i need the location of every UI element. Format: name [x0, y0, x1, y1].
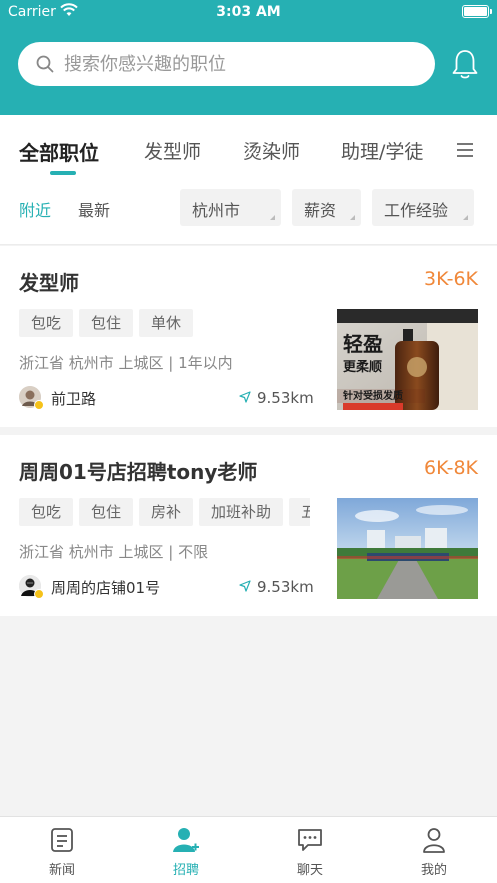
job-location: 浙江省 杭州市 上城区 | 不限	[19, 543, 209, 561]
benefit-tags: 包吃 包住 单休	[19, 309, 310, 337]
job-distance: 9.53km	[257, 578, 314, 596]
avatar	[19, 386, 44, 410]
benefit-tag: 包吃	[19, 498, 74, 526]
shop-name: 周周的店铺01号	[51, 579, 161, 597]
city-dropdown[interactable]: 杭州市	[180, 189, 281, 226]
chat-icon	[298, 829, 322, 851]
job-distance: 9.53km	[257, 389, 314, 407]
benefit-tag: 单休	[139, 309, 194, 337]
dropdown-arrow-icon	[463, 215, 468, 220]
job-location: 浙江省 杭州市 上城区 | 1年以内	[19, 354, 233, 372]
search-input[interactable]	[64, 50, 424, 78]
tab-stylist[interactable]: 发型师	[144, 137, 201, 164]
tab-perm-dye[interactable]: 烫染师	[243, 137, 300, 164]
header: Carrier 3:03 AM	[0, 0, 497, 115]
status-bar: Carrier 3:03 AM	[0, 0, 497, 26]
location-arrow-icon	[239, 391, 251, 403]
bell-icon[interactable]	[450, 48, 480, 80]
nav-chat-label: 聊天	[296, 863, 323, 878]
job-thumbnail	[337, 498, 478, 599]
job-title: 发型师	[19, 271, 79, 295]
salary-dropdown[interactable]: 薪资	[292, 189, 361, 226]
job-salary: 6K-8K	[424, 457, 478, 479]
job-salary: 3K-6K	[424, 268, 478, 290]
search-bar[interactable]	[18, 42, 435, 86]
job-card[interactable]: 发型师 3K-6K 包吃 包住 单休 浙江省 杭州市 上城区 | 1年以内 前卫路 …	[0, 246, 497, 427]
verified-badge	[34, 589, 44, 599]
nav-recruit-label: 招聘	[172, 863, 199, 878]
bottom-nav: 新闻 招聘 聊天 我的	[0, 816, 497, 883]
verified-badge	[34, 400, 44, 410]
active-tab-indicator	[50, 171, 76, 175]
filter-nearby[interactable]: 附近	[19, 197, 51, 221]
nav-recruit[interactable]: 招聘	[146, 817, 226, 883]
dropdown-arrow-icon	[270, 215, 275, 220]
filter-latest[interactable]: 最新	[78, 197, 110, 221]
profile-icon	[423, 828, 445, 853]
benefit-tag: 包住	[79, 498, 134, 526]
battery-cap	[490, 9, 492, 14]
benefit-tag: 房补	[139, 498, 194, 526]
menu-icon[interactable]	[456, 142, 474, 158]
battery-icon	[462, 5, 489, 18]
nav-chat[interactable]: 聊天	[270, 817, 350, 883]
thumbnail-text: 更柔顺	[343, 360, 382, 375]
clock: 3:03 AM	[216, 4, 281, 20]
nav-profile-label: 我的	[420, 863, 447, 878]
city-dropdown-label: 杭州市	[192, 201, 241, 220]
thumbnail-text: 针对受损发质	[343, 389, 403, 402]
job-title: 周周01号店招聘tony老师	[19, 460, 258, 484]
nav-news[interactable]: 新闻	[22, 817, 102, 883]
location-arrow-icon	[239, 580, 251, 592]
tab-all-jobs[interactable]: 全部职位	[19, 137, 99, 166]
tab-assistant[interactable]: 助理/学徒	[341, 137, 423, 164]
nav-profile[interactable]: 我的	[394, 817, 474, 883]
nav-news-label: 新闻	[48, 863, 75, 878]
benefit-tag: 加班补助	[199, 498, 284, 526]
recruit-icon	[173, 828, 199, 852]
news-icon	[51, 828, 73, 852]
dropdown-arrow-icon	[350, 215, 355, 220]
category-panel: 全部职位 发型师 烫染师 助理/学徒 附近 最新 杭州市 薪资 工作经验	[0, 115, 497, 245]
benefit-tag: 五	[289, 498, 310, 526]
job-card[interactable]: 周周01号店招聘tony老师 6K-8K 包吃 包住 房补 加班补助五 浙江省 杭州市…	[0, 435, 497, 616]
avatar	[19, 575, 44, 599]
experience-dropdown-label: 工作经验	[384, 201, 449, 220]
benefit-tag: 包住	[79, 309, 134, 337]
benefit-tags: 包吃 包住 房补 加班补助五	[19, 498, 310, 526]
shop-name: 前卫路	[51, 390, 97, 408]
experience-dropdown[interactable]: 工作经验	[372, 189, 474, 226]
benefit-tag: 包吃	[19, 309, 74, 337]
thumbnail-text: 轻盈	[343, 332, 383, 356]
job-thumbnail: 轻盈 更柔顺 针对受损发质	[337, 309, 478, 410]
search-icon	[36, 55, 54, 73]
salary-dropdown-label: 薪资	[304, 201, 337, 220]
